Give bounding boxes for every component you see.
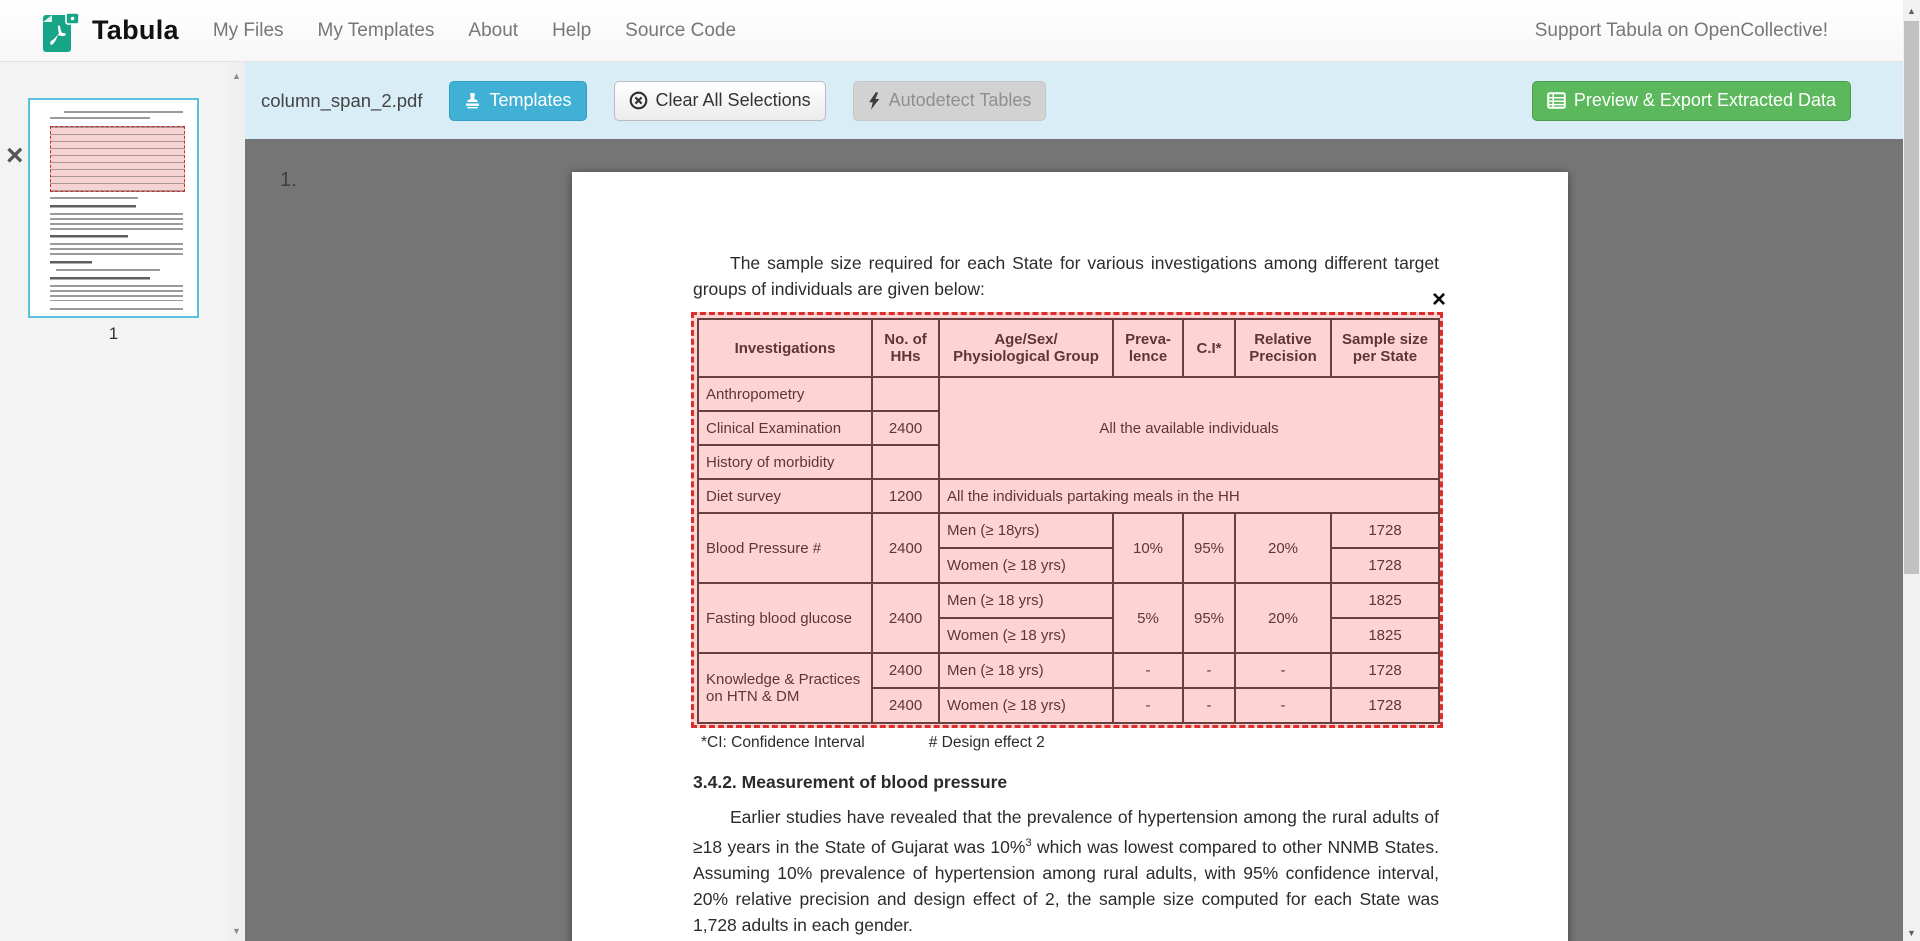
clear-button-label: Clear All Selections [656, 90, 811, 111]
scroll-up-arrow-icon[interactable]: ▲ [1903, 2, 1920, 19]
nav-item-about[interactable]: About [468, 20, 518, 42]
bolt-icon [868, 92, 881, 110]
section-heading: 3.4.2. Measurement of blood pressure [693, 772, 1007, 793]
page-thumbnails-sidebar: × 1 ▲ ▼ [0, 62, 245, 941]
brand-title: Tabula [92, 15, 179, 46]
table-list-icon [1547, 92, 1566, 109]
delete-selection-x-icon[interactable]: × [1432, 290, 1446, 310]
navbar: Tabula My Files My Templates About Help … [0, 0, 1903, 62]
stamp-icon [464, 93, 481, 109]
support-opencollective-link[interactable]: Support Tabula on OpenCollective! [1535, 20, 1828, 42]
autodetect-button-label: Autodetect Tables [889, 90, 1032, 111]
window-scrollbar[interactable]: ▲ ▼ [1903, 0, 1920, 941]
table-selection-overlay[interactable] [691, 312, 1443, 728]
sidebar-scrollbar[interactable]: ▲ ▼ [228, 62, 245, 941]
nav-item-my-templates[interactable]: My Templates [318, 20, 435, 42]
export-button-label: Preview & Export Extracted Data [1574, 90, 1836, 111]
tabula-pdf-lock-logo-icon [40, 7, 82, 55]
document-filename: column_span_2.pdf [261, 90, 422, 112]
footnote-ci: *CI: Confidence Interval [701, 734, 865, 752]
thumbnail-selection-region [50, 126, 185, 192]
pdf-page-1[interactable]: The sample size required for each State … [572, 172, 1568, 941]
page-index-label: 1. [280, 169, 297, 192]
nav-item-help[interactable]: Help [552, 20, 591, 42]
templates-button[interactable]: Templates [449, 81, 586, 121]
page-1-thumbnail[interactable] [28, 98, 199, 318]
page-number-label: 1 [28, 324, 199, 344]
nav-item-my-files[interactable]: My Files [213, 20, 284, 42]
circle-x-icon [629, 91, 648, 110]
scroll-up-arrow-icon[interactable]: ▲ [228, 68, 245, 84]
body-paragraph: Earlier studies have revealed that the p… [693, 804, 1439, 938]
nav-menu: My Files My Templates About Help Source … [213, 20, 736, 42]
nav-item-source-code[interactable]: Source Code [625, 20, 736, 42]
templates-button-label: Templates [489, 90, 571, 111]
pdf-preview-area: 1. The sample size required for each Sta… [245, 139, 1903, 941]
scroll-down-arrow-icon[interactable]: ▼ [228, 923, 245, 939]
clear-all-selections-button[interactable]: Clear All Selections [614, 81, 826, 121]
remove-page-x-icon[interactable]: × [6, 144, 24, 168]
brand-home-link[interactable]: Tabula [40, 7, 179, 55]
preview-export-button[interactable]: Preview & Export Extracted Data [1532, 81, 1851, 121]
footnote-design-effect: # Design effect 2 [929, 734, 1045, 752]
table-footnotes: *CI: Confidence Interval # Design effect… [701, 734, 1045, 752]
autodetect-tables-button[interactable]: Autodetect Tables [853, 81, 1047, 121]
scroll-down-arrow-icon[interactable]: ▼ [1903, 924, 1920, 941]
intro-paragraph: The sample size required for each State … [693, 250, 1439, 302]
toolbar: column_span_2.pdf Templates Clear All Se… [245, 62, 1903, 139]
scrollbar-thumb[interactable] [1904, 21, 1919, 574]
